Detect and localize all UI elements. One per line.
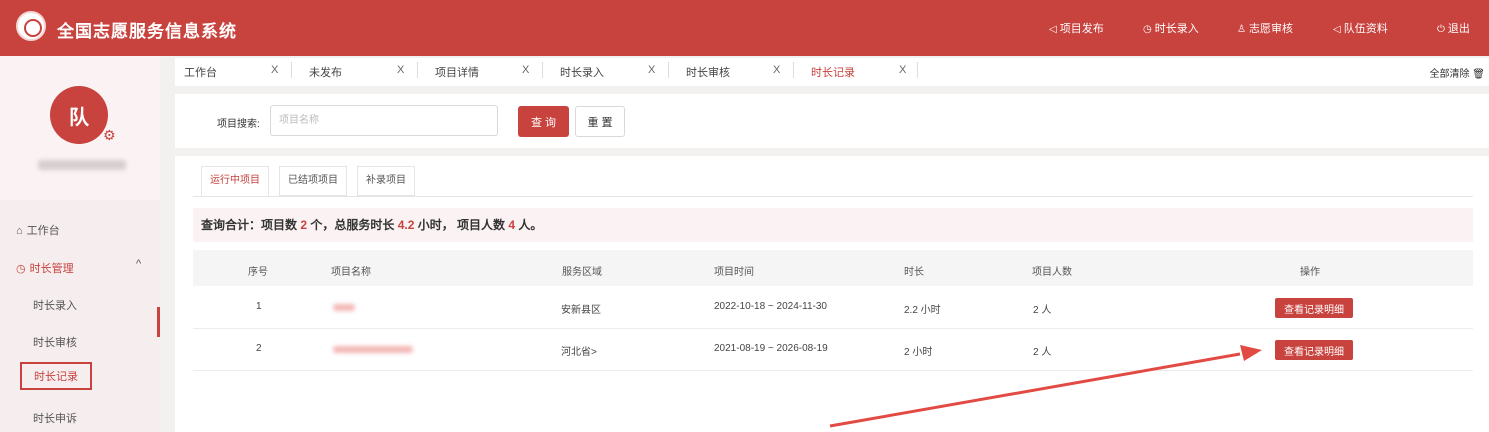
tab-workbench[interactable]: 工作台 bbox=[184, 64, 217, 80]
column-header-index: 序号 bbox=[248, 267, 268, 278]
close-icon[interactable]: X bbox=[397, 64, 404, 76]
clear-all-label: 全部清除 bbox=[1429, 69, 1470, 80]
table-header: 序号 项目名称 服务区域 项目时间 时长 项目人数 操作 bbox=[193, 250, 1473, 286]
sidebar-item-label: 工作台 bbox=[26, 225, 60, 237]
sidebar-item-hours-records[interactable]: 时长记录 bbox=[20, 362, 92, 390]
tab-running-projects[interactable]: 运行中项目 bbox=[201, 166, 269, 196]
records-panel: 运行中项目 已结项项目 补录项目 查询合计：项目数 2 个，总服务时长 4.2 … bbox=[175, 156, 1489, 432]
clear-all-tabs-button[interactable]: 全部清除 🗑︎ bbox=[1430, 65, 1485, 80]
nav-project-publish[interactable]: ◁ 项目发布 bbox=[1049, 20, 1104, 36]
tab-divider bbox=[793, 62, 794, 78]
tab-divider bbox=[917, 62, 918, 78]
sidebar-item-hours-appeal[interactable]: 时长申诉 bbox=[33, 410, 77, 426]
row-service-area: 安新县区 bbox=[561, 305, 601, 316]
close-icon[interactable]: X bbox=[899, 64, 906, 76]
nav-label: 时长录入 bbox=[1154, 23, 1199, 35]
column-header-service-area: 服务区域 bbox=[562, 267, 602, 278]
query-button[interactable]: 查 询 bbox=[518, 106, 569, 137]
nav-label: 队伍资料 bbox=[1343, 23, 1388, 35]
trash-icon: 🗑︎ bbox=[1472, 69, 1485, 80]
column-header-project-name: 项目名称 bbox=[331, 267, 371, 278]
row-duration: 2.2 小时 bbox=[904, 305, 941, 316]
tab-supplement-projects[interactable]: 补录项目 bbox=[357, 166, 415, 196]
close-icon[interactable]: X bbox=[271, 64, 278, 76]
tab-divider bbox=[417, 62, 418, 78]
nav-label: 项目发布 bbox=[1059, 23, 1104, 35]
tab-divider bbox=[668, 62, 669, 78]
sidebar: 队 ⚙ ⌂ 工作台 ◷ 时长管理 ^ 时长录入 时长审核 时长记录 时长申诉 bbox=[0, 56, 160, 432]
row-project-time: 2022-10-18 ~ 2024-11-30 bbox=[714, 301, 827, 312]
summary-text: 个，总服务时长 bbox=[307, 218, 398, 232]
top-header: 全国志愿服务信息系统 ◁ 项目发布 ◷ 时长录入 ♙ 志愿审核 ◁ 队伍资料 ⏻ 退出 bbox=[0, 0, 1489, 56]
column-header-duration: 时长 bbox=[904, 267, 924, 278]
nav-team-info[interactable]: ◁ 队伍资料 bbox=[1333, 20, 1388, 36]
tab-underline bbox=[193, 196, 1473, 197]
row-service-area[interactable]: 河北省> bbox=[561, 343, 597, 358]
summary-text: 人。 bbox=[515, 218, 543, 232]
sidebar-item-hours-entry[interactable]: 时长录入 bbox=[33, 297, 77, 313]
tab-divider bbox=[291, 62, 292, 78]
chevron-up-icon: ^ bbox=[136, 258, 142, 270]
table-row: 1 安新县区 2022-10-18 ~ 2024-11-30 2.2 小时 2 … bbox=[193, 287, 1473, 329]
send-icon: ◁ bbox=[1049, 24, 1057, 35]
nav-label: 志愿审核 bbox=[1248, 23, 1293, 35]
column-header-project-time: 项目时间 bbox=[714, 267, 754, 278]
column-header-action: 操作 bbox=[1300, 267, 1320, 278]
nav-logout[interactable]: ⏻ 退出 bbox=[1437, 20, 1470, 36]
close-icon[interactable]: X bbox=[522, 64, 529, 76]
tab-hours-entry[interactable]: 时长录入 bbox=[560, 64, 604, 80]
row-duration: 2 小时 bbox=[904, 347, 933, 358]
close-icon[interactable]: X bbox=[773, 64, 780, 76]
tab-divider bbox=[542, 62, 543, 78]
sidebar-group-hours-management[interactable]: ◷ 时长管理 ^ bbox=[16, 258, 141, 276]
power-icon: ⏻ bbox=[1437, 24, 1445, 35]
table-row: 2 河北省> 2021-08-19 ~ 2026-08-19 2 小时 2 人 … bbox=[193, 329, 1473, 371]
view-record-details-button[interactable]: 查看记录明细 bbox=[1275, 298, 1353, 318]
summary-text: 小时， 项目人数 bbox=[414, 218, 509, 232]
column-header-people: 项目人数 bbox=[1032, 267, 1072, 278]
clock-icon: ◷ bbox=[16, 263, 26, 275]
tab-closed-projects[interactable]: 已结项项目 bbox=[279, 166, 347, 196]
nav-label: 退出 bbox=[1447, 23, 1470, 35]
close-icon[interactable]: X bbox=[648, 64, 655, 76]
tab-hours-records[interactable]: 时长记录 bbox=[811, 64, 855, 80]
view-record-details-button[interactable]: 查看记录明细 bbox=[1275, 340, 1353, 360]
row-people: 2 人 bbox=[1033, 305, 1052, 316]
clock-icon: ◷ bbox=[1143, 24, 1152, 35]
app-title: 全国志愿服务信息系统 bbox=[57, 22, 237, 41]
logo bbox=[16, 11, 46, 41]
search-panel: 项目搜索: 查 询 重 置 bbox=[175, 94, 1489, 148]
home-icon: ⌂ bbox=[16, 225, 23, 237]
active-indicator bbox=[157, 307, 160, 337]
gear-icon[interactable]: ⚙ bbox=[103, 127, 116, 144]
summary-total-hours: 4.2 bbox=[397, 218, 415, 232]
nav-volunteer-review[interactable]: ♙ 志愿审核 bbox=[1237, 20, 1293, 36]
query-summary: 查询合计：项目数 2 个，总服务时长 4.2 小时， 项目人数 4 人。 bbox=[193, 208, 1473, 242]
tab-bar: 工作台 X 未发布 X 项目详情 X 时长录入 X 时长审核 X 时长记录 X … bbox=[175, 58, 1489, 86]
project-name-blurred bbox=[333, 346, 413, 353]
tab-unpublished[interactable]: 未发布 bbox=[309, 64, 342, 80]
profile-card: 队 ⚙ bbox=[0, 56, 160, 200]
row-index: 2 bbox=[256, 343, 262, 354]
project-name-search-input[interactable] bbox=[270, 105, 498, 136]
sidebar-item-label: 时长管理 bbox=[29, 263, 74, 275]
nav-hours-entry[interactable]: ◷ 时长录入 bbox=[1143, 20, 1199, 36]
row-people: 2 人 bbox=[1033, 347, 1052, 358]
avatar[interactable]: 队 bbox=[50, 86, 108, 144]
username-blurred bbox=[38, 160, 126, 170]
sidebar-item-workbench[interactable]: ⌂ 工作台 bbox=[16, 222, 60, 238]
reset-button[interactable]: 重 置 bbox=[575, 106, 625, 137]
tab-hours-review[interactable]: 时长审核 bbox=[686, 64, 730, 80]
project-name-blurred bbox=[333, 304, 355, 311]
send-icon: ◁ bbox=[1333, 24, 1341, 35]
row-index: 1 bbox=[256, 301, 262, 312]
tab-project-details[interactable]: 项目详情 bbox=[435, 64, 479, 80]
row-project-time: 2021-08-19 ~ 2026-08-19 bbox=[714, 343, 828, 354]
search-label: 项目搜索: bbox=[217, 119, 260, 130]
sidebar-item-hours-review[interactable]: 时长审核 bbox=[33, 334, 77, 350]
user-icon: ♙ bbox=[1237, 24, 1246, 35]
summary-text: 查询合计：项目数 bbox=[201, 218, 301, 232]
